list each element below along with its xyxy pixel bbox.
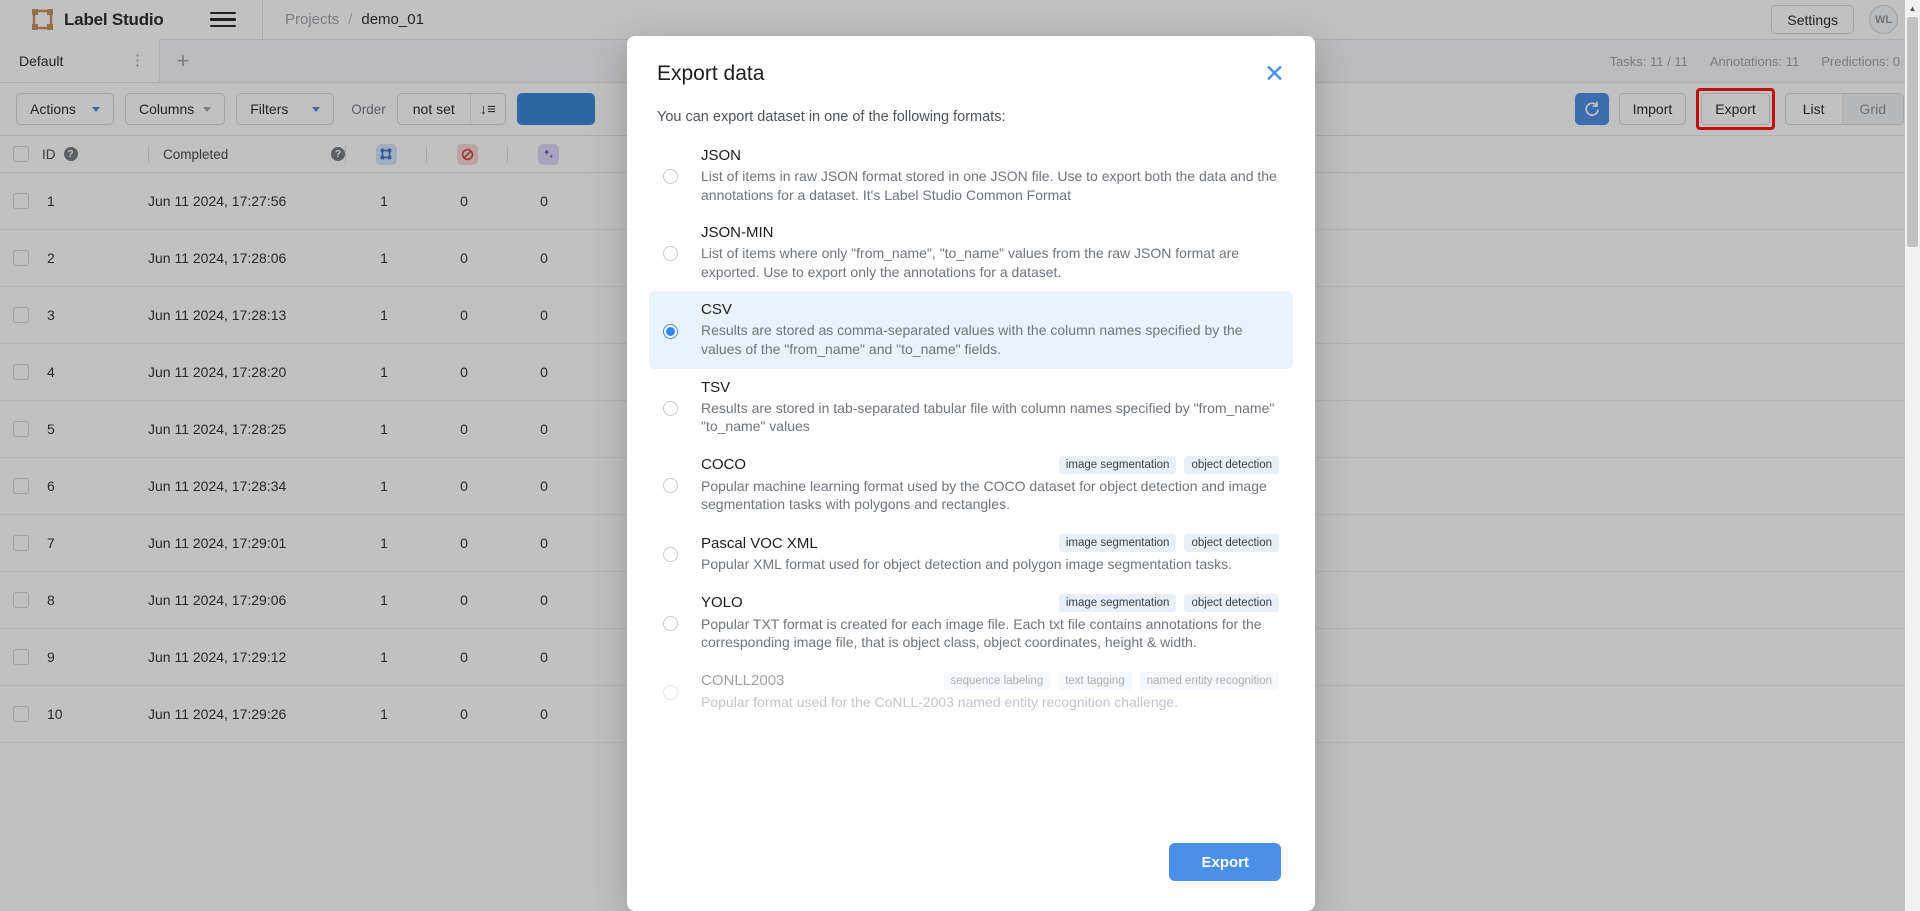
format-tag: image segmentation (1058, 455, 1177, 474)
radio-wrap (663, 379, 701, 436)
format-option-body: CONLL2003 sequence labeling text tagging na… (701, 671, 1279, 712)
format-radio[interactable] (663, 400, 678, 416)
radio-wrap (663, 456, 701, 514)
format-tag: image segmentation (1058, 534, 1177, 553)
scrollbar-thumb[interactable] (1907, 17, 1918, 247)
format-option-title-row: YOLO image segmentation object detection (701, 593, 1279, 612)
format-option-body: JSON List of items in raw JSON format sto… (701, 147, 1279, 204)
format-option-body: CSV Results are stored as comma-separated… (701, 301, 1279, 358)
format-radio[interactable] (663, 323, 678, 339)
format-name: JSON (701, 147, 742, 164)
format-tag: object detection (1184, 455, 1279, 474)
format-description: Results are stored as comma-separated va… (701, 322, 1243, 358)
format-option-title-row: CSV (701, 301, 1279, 318)
radio-wrap (663, 672, 701, 712)
format-radio[interactable] (663, 169, 678, 185)
format-option-csv[interactable]: CSV Results are stored as comma-separated… (649, 291, 1293, 369)
format-option-body: Pascal VOC XML image segmentation object d… (701, 534, 1279, 574)
format-option-body: TSV Results are stored in tab-separated t… (701, 379, 1279, 436)
format-name: CONLL2003 (701, 672, 785, 690)
radio-wrap (663, 224, 701, 281)
format-tags: image segmentation object detection (1058, 593, 1279, 612)
format-tags: image segmentation object detection (1058, 455, 1279, 474)
format-description: Popular TXT format is created for each i… (701, 615, 1262, 651)
radio-wrap (663, 301, 701, 358)
modal-export-button[interactable]: Export (1169, 843, 1281, 881)
modal-header: Export data ✕ (627, 36, 1315, 87)
format-name: TSV (701, 378, 731, 396)
format-option-body: YOLO image segmentation object detection Po… (701, 593, 1279, 652)
format-option-body: COCO image segmentation object detection Po… (701, 455, 1279, 514)
format-option-json[interactable]: JSON List of items in raw JSON format sto… (649, 137, 1293, 214)
format-tags: image segmentation object detection (1058, 534, 1279, 553)
export-data-modal: Export data ✕ You can export dataset in … (627, 36, 1315, 911)
format-description: Results are stored in tab-separated tabu… (701, 399, 1275, 435)
format-name: YOLO (701, 594, 743, 612)
format-radio (663, 685, 678, 701)
format-tag: image segmentation (1058, 593, 1177, 612)
modal-subtitle: You can export dataset in one of the fol… (657, 109, 1006, 125)
format-description: Popular machine learning format used by … (701, 477, 1267, 513)
format-name: Pascal VOC XML (701, 534, 818, 552)
format-options-list: JSON List of items in raw JSON format sto… (627, 125, 1315, 833)
format-option-title-row: JSON (701, 147, 1279, 164)
radio-wrap (663, 594, 701, 652)
format-tags: sequence labeling text tagging named entit… (943, 671, 1279, 690)
format-option-yolo[interactable]: YOLO image segmentation object detection Po… (649, 584, 1293, 662)
radio-wrap (663, 147, 701, 204)
format-option-title-row: TSV (701, 379, 1279, 396)
format-name: COCO (701, 456, 746, 474)
format-option-title-row: CONLL2003 sequence labeling text tagging na… (701, 671, 1279, 690)
format-description: List of items in raw JSON format stored … (701, 168, 1277, 203)
format-option-conll2003: CONLL2003 sequence labeling text tagging na… (649, 662, 1293, 722)
format-option-title-row: Pascal VOC XML image segmentation object d… (701, 534, 1279, 553)
format-radio[interactable] (663, 478, 678, 494)
format-option-tsv[interactable]: TSV Results are stored in tab-separated t… (649, 369, 1293, 446)
format-radio[interactable] (663, 547, 678, 563)
format-tag: object detection (1184, 593, 1279, 612)
format-tag: text tagging (1058, 671, 1132, 690)
chevron-up-icon[interactable]: ▲ (1905, 0, 1920, 17)
modal-footer: Export (627, 833, 1315, 911)
format-radio[interactable] (663, 246, 678, 262)
format-option-title-row: COCO image segmentation object detection (701, 455, 1279, 474)
modal-title: Export data (657, 62, 765, 85)
format-option-body: JSON-MIN List of items where only "from_n… (701, 224, 1279, 281)
page-scrollbar[interactable]: ▲ (1905, 0, 1920, 911)
format-description: Popular format used for the CoNLL-2003 n… (701, 693, 1179, 710)
format-option-title-row: JSON-MIN (701, 224, 1279, 241)
format-tag: sequence labeling (943, 671, 1051, 690)
format-description: Popular XML format used for object detec… (701, 556, 1233, 573)
format-description: List of items where only "from_name", "t… (701, 245, 1240, 280)
format-tag: object detection (1184, 534, 1279, 553)
app-root: Label Studio Projects / demo_01 Settings… (0, 0, 1920, 911)
format-name: CSV (701, 301, 732, 319)
format-tag: named entity recognition (1139, 671, 1279, 690)
radio-wrap (663, 534, 701, 574)
close-icon[interactable]: ✕ (1264, 62, 1285, 87)
format-option-pascal-voc-xml[interactable]: Pascal VOC XML image segmentation object d… (649, 524, 1293, 584)
format-name: JSON-MIN (701, 224, 774, 242)
format-option-json-min[interactable]: JSON-MIN List of items where only "from_n… (649, 214, 1293, 291)
format-option-coco[interactable]: COCO image segmentation object detection Po… (649, 446, 1293, 524)
format-radio[interactable] (663, 616, 678, 632)
